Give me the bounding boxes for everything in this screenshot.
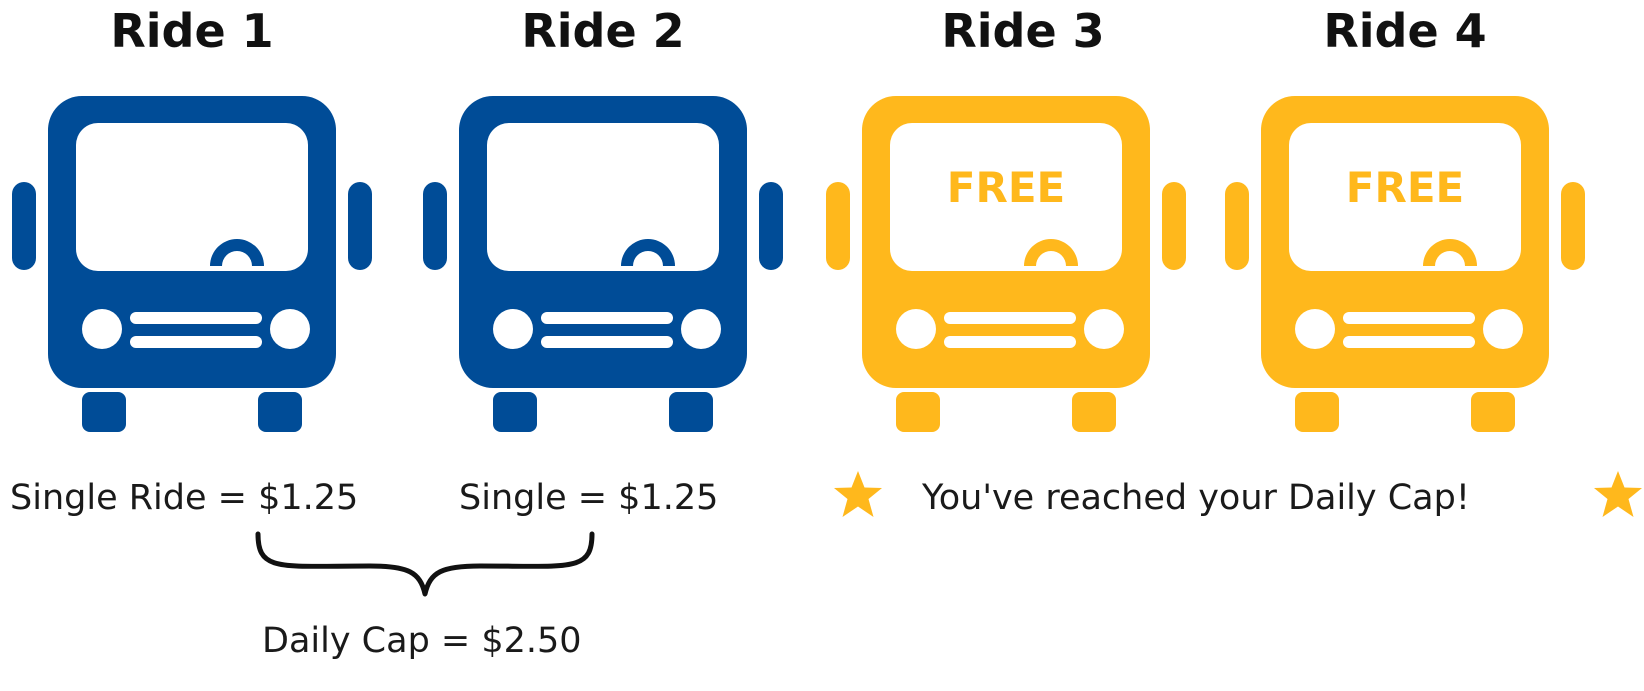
headlight-right — [1084, 309, 1124, 349]
bus-icon: FREE — [1225, 96, 1585, 432]
headlight-left — [493, 309, 533, 349]
grille-bottom — [944, 336, 1076, 348]
ride-1-title: Ride 1 — [110, 4, 274, 58]
grille-bottom — [130, 336, 262, 348]
headlight-left — [896, 309, 936, 349]
bus-icon — [423, 96, 783, 432]
free-badge: FREE — [1346, 163, 1464, 212]
headlight-left — [82, 309, 122, 349]
headlight-right — [681, 309, 721, 349]
grille-top — [130, 312, 262, 324]
headlight-right — [270, 309, 310, 349]
headlight-right — [1483, 309, 1523, 349]
star-icon — [1594, 471, 1642, 517]
ride-2-fare: Single = $1.25 — [459, 478, 719, 518]
grille-top — [1343, 312, 1475, 324]
ride-2-title: Ride 2 — [521, 4, 685, 58]
grille-bottom — [541, 336, 673, 348]
cap-reached-message: You've reached your Daily Cap! — [922, 478, 1470, 518]
star-icon — [834, 471, 882, 517]
daily-cap-label: Daily Cap = $2.50 — [262, 621, 582, 661]
bus-icon — [12, 96, 372, 432]
bus-icon: FREE — [826, 96, 1186, 432]
ride-4-title: Ride 4 — [1323, 4, 1487, 58]
grille-top — [541, 312, 673, 324]
ride-1-fare: Single Ride = $1.25 — [10, 478, 359, 518]
grille-bottom — [1343, 336, 1475, 348]
free-badge: FREE — [947, 163, 1065, 212]
curly-brace — [255, 531, 595, 597]
ride-3-title: Ride 3 — [941, 4, 1105, 58]
grille-top — [944, 312, 1076, 324]
headlight-left — [1295, 309, 1335, 349]
